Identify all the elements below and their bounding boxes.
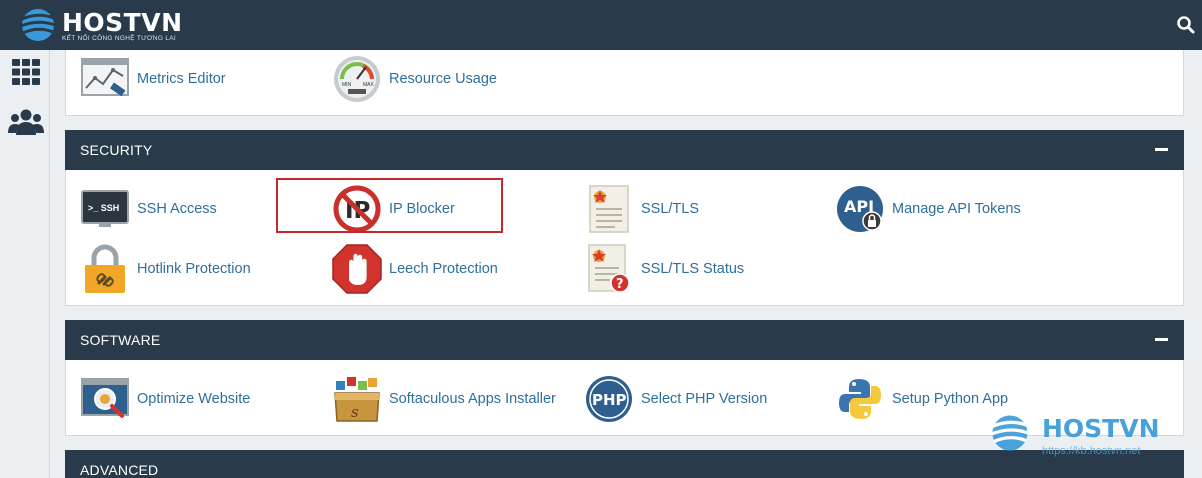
metrics-editor-label: Metrics Editor: [137, 71, 226, 87]
sidebar-item-users[interactable]: [8, 106, 44, 138]
advanced-title: ADVANCED: [80, 462, 159, 478]
resource-usage-link[interactable]: MIN MAX Resource Usage: [332, 54, 497, 104]
optimize-icon: [80, 374, 130, 424]
security-title: SECURITY: [80, 142, 153, 158]
ip-blocker-icon: IP: [332, 184, 382, 234]
ssl-tls-link[interactable]: SSL/TLS: [584, 184, 699, 234]
setup-python-app-link[interactable]: Setup Python App: [835, 374, 1008, 424]
svg-text:PHP: PHP: [592, 391, 627, 409]
software-header[interactable]: SOFTWARE: [65, 320, 1184, 360]
terminal-icon: >_ SSH: [80, 184, 130, 234]
leech-protection-link[interactable]: Leech Protection: [332, 244, 498, 294]
grid-icon: [12, 59, 40, 85]
manage-api-tokens-link[interactable]: API Manage API Tokens: [835, 184, 1021, 234]
ssl-tls-status-link[interactable]: ? SSL/TLS Status: [584, 244, 744, 294]
hostvn-watermark: HOSTVN https://kb.hostvn.net: [988, 410, 1188, 470]
sidebar: [0, 50, 50, 478]
python-icon: [835, 374, 885, 424]
hotlink-protection-label: Hotlink Protection: [137, 261, 251, 277]
software-title: SOFTWARE: [80, 332, 161, 348]
leech-protection-label: Leech Protection: [389, 261, 498, 277]
optimize-website-label: Optimize Website: [137, 391, 251, 407]
php-icon: PHP: [584, 374, 634, 424]
ip-blocker-link[interactable]: IP IP Blocker: [332, 184, 455, 234]
certificate-icon: [584, 184, 634, 234]
stop-hand-icon: [332, 244, 382, 294]
globe-watermark-icon: [990, 415, 1030, 451]
gauge-icon: MIN MAX: [332, 54, 382, 104]
top-header: HOSTVN KẾT NỐI CÔNG NGHỆ TƯƠNG LAI: [0, 0, 1202, 50]
metrics-editor-icon: [80, 54, 130, 104]
padlock-icon: [80, 244, 130, 294]
manage-api-tokens-label: Manage API Tokens: [892, 201, 1021, 217]
select-php-version-link[interactable]: PHP Select PHP Version: [584, 374, 767, 424]
metrics-panel: [65, 50, 1184, 116]
users-icon: [8, 109, 44, 135]
security-header[interactable]: SECURITY: [65, 130, 1184, 170]
collapse-icon[interactable]: [1155, 338, 1168, 341]
svg-text:>_ SSH: >_ SSH: [88, 203, 119, 213]
api-token-icon: API: [835, 184, 885, 234]
watermark-url: https://kb.hostvn.net: [1042, 445, 1141, 457]
softaculous-apps-installer-label: Softaculous Apps Installer: [389, 391, 556, 407]
ssl-tls-status-label: SSL/TLS Status: [641, 261, 745, 277]
softaculous-apps-installer-link[interactable]: s Softaculous Apps Installer: [332, 374, 556, 424]
collapse-icon[interactable]: [1155, 148, 1168, 151]
hostvn-logo[interactable]: HOSTVN KẾT NỐI CÔNG NGHỆ TƯƠNG LAI: [18, 4, 188, 46]
svg-text:?: ?: [616, 277, 624, 292]
svg-text:MAX: MAX: [363, 82, 375, 88]
metrics-editor-link[interactable]: Metrics Editor: [80, 54, 226, 104]
svg-text:MIN: MIN: [342, 82, 352, 88]
ssh-access-label: SSH Access: [137, 201, 217, 217]
certificate-status-icon: ?: [584, 244, 634, 294]
search-icon[interactable]: [1176, 15, 1196, 35]
optimize-website-link[interactable]: Optimize Website: [80, 374, 250, 424]
resource-usage-label: Resource Usage: [389, 71, 497, 87]
watermark-name: HOSTVN: [1042, 414, 1160, 443]
ssl-tls-label: SSL/TLS: [641, 201, 700, 217]
hotlink-protection-link[interactable]: Hotlink Protection: [80, 244, 251, 294]
select-php-version-label: Select PHP Version: [641, 391, 768, 407]
softaculous-icon: s: [332, 374, 382, 424]
svg-text:s: s: [351, 403, 359, 421]
brand-tagline: KẾT NỐI CÔNG NGHỆ TƯƠNG LAI: [62, 35, 176, 42]
ssh-access-link[interactable]: >_ SSH SSH Access: [80, 184, 217, 234]
globe-logo-icon: [20, 9, 56, 41]
sidebar-item-tools[interactable]: [8, 56, 44, 88]
brand-name: HOSTVN: [62, 8, 183, 37]
setup-python-app-label: Setup Python App: [892, 391, 1009, 407]
ip-blocker-label: IP Blocker: [389, 201, 455, 217]
